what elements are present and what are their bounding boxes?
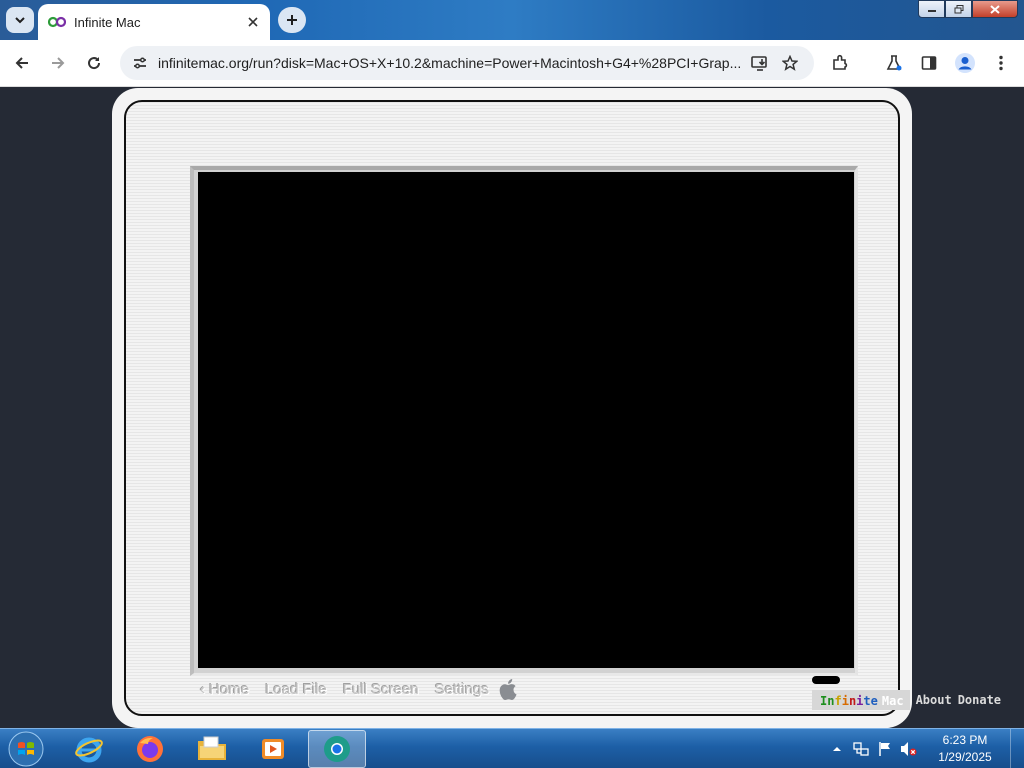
kebab-menu-icon [999, 55, 1003, 71]
taskbar-media-player[interactable] [244, 730, 302, 768]
network-tray-button[interactable] [850, 738, 872, 760]
page-content: ‹ Home Load File Full Screen Settings In… [0, 87, 1024, 728]
about-link[interactable]: About [916, 693, 952, 707]
tab-infinite-mac[interactable]: Infinite Mac [38, 4, 270, 40]
minimize-icon [927, 10, 936, 12]
brand-letter: i [841, 694, 849, 708]
system-tray: 6:23 PM 1/29/2025 [826, 729, 1024, 768]
show-hidden-icons-icon [833, 747, 841, 751]
close-window-button[interactable] [972, 0, 1018, 18]
action-center-button[interactable] [874, 738, 896, 760]
address-bar[interactable]: infinitemac.org/run?disk=Mac+OS+X+10.2&m… [120, 46, 814, 80]
volume-muted-icon [901, 742, 917, 756]
firefox-icon [137, 736, 163, 762]
plus-icon [287, 15, 297, 25]
brand-suffix: Mac [881, 694, 904, 708]
reload-button[interactable] [80, 49, 108, 77]
brand-letter: f [834, 694, 842, 708]
back-button[interactable] [8, 49, 36, 77]
minimize-button[interactable] [918, 0, 945, 18]
side-panel-button[interactable] [915, 49, 943, 77]
clock-time: 6:23 PM [942, 733, 988, 747]
chevron-down-icon [15, 17, 25, 24]
media-player-icon [262, 739, 284, 759]
taskbar-firefox[interactable] [121, 730, 179, 768]
show-desktop-button[interactable] [1010, 729, 1024, 768]
back-arrow-icon [15, 57, 28, 69]
action-center-flag-icon [879, 742, 890, 756]
network-icon [853, 742, 869, 756]
apple-logo-icon [499, 679, 517, 700]
load-file-link[interactable]: Load File [265, 681, 327, 698]
extensions-icon [833, 54, 848, 70]
labs-button[interactable] [880, 49, 908, 77]
monitor-bezel: ‹ Home Load File Full Screen Settings [124, 100, 900, 716]
close-icon [248, 17, 258, 27]
full-screen-link[interactable]: Full Screen [343, 681, 419, 698]
close-icon [990, 4, 1000, 14]
url-text[interactable]: infinitemac.org/run?disk=Mac+OS+X+10.2&m… [158, 55, 744, 71]
mac-monitor: ‹ Home Load File Full Screen Settings [112, 88, 912, 728]
infinite-mac-logo[interactable]: Infinite Mac [812, 676, 910, 710]
taskbar-clock[interactable]: 6:23 PM 1/29/2025 [926, 732, 1004, 766]
chrome-icon [324, 736, 350, 762]
taskbar-chrome[interactable] [308, 730, 366, 768]
brand-letters: Infinite [820, 694, 878, 708]
forward-arrow-icon [52, 57, 65, 69]
taskbar-file-explorer[interactable] [183, 730, 241, 768]
browser-toolbar: infinitemac.org/run?disk=Mac+OS+X+10.2&m… [0, 40, 1024, 87]
brand-letter: t [863, 694, 871, 708]
window-controls [918, 0, 1018, 18]
star-icon [782, 55, 798, 71]
show-hidden-icons-button[interactable] [826, 738, 848, 760]
profile-icon [955, 53, 975, 73]
side-panel-icon [921, 56, 937, 70]
windows-taskbar: 6:23 PM 1/29/2025 [0, 728, 1024, 768]
bookmark-button[interactable] [776, 49, 804, 77]
settings-link[interactable]: Settings [435, 681, 489, 698]
infinite-loop-icon [48, 16, 66, 28]
install-app-button[interactable] [746, 49, 774, 77]
new-tab-button[interactable] [278, 7, 306, 33]
internet-explorer-icon [75, 737, 103, 763]
infinite-mac-footer: Infinite Mac About Donate [812, 676, 1001, 713]
profile-button[interactable] [951, 49, 979, 77]
browser-title-bar: Infinite Mac [0, 0, 1024, 40]
volume-button[interactable] [898, 738, 920, 760]
restore-button[interactable] [945, 0, 972, 18]
restore-icon [954, 4, 963, 13]
extensions-button[interactable] [826, 49, 854, 77]
emulator-screen[interactable] [198, 172, 854, 668]
tab-close-button[interactable] [242, 11, 264, 33]
start-orb-icon [8, 731, 44, 767]
labs-icon [886, 55, 902, 71]
clock-date: 1/29/2025 [938, 750, 992, 764]
tab-title: Infinite Mac [74, 14, 141, 30]
start-button[interactable] [4, 730, 48, 768]
chrome-menu-button[interactable] [987, 49, 1015, 77]
home-link[interactable]: ‹ Home [200, 681, 249, 698]
file-explorer-icon [198, 736, 226, 760]
site-info-button[interactable] [126, 49, 154, 77]
install-app-icon [751, 56, 767, 71]
brand-letter: e [870, 694, 878, 708]
tab-search-button[interactable] [6, 7, 34, 33]
forward-button[interactable] [44, 49, 72, 77]
brand-bar [812, 676, 840, 684]
taskbar-internet-explorer[interactable] [60, 730, 118, 768]
screen-frame [190, 166, 858, 676]
site-info-icon [134, 57, 146, 69]
bezel-nav: ‹ Home Load File Full Screen Settings [200, 678, 519, 700]
donate-link[interactable]: Donate [958, 693, 1001, 707]
reload-icon [88, 57, 101, 70]
